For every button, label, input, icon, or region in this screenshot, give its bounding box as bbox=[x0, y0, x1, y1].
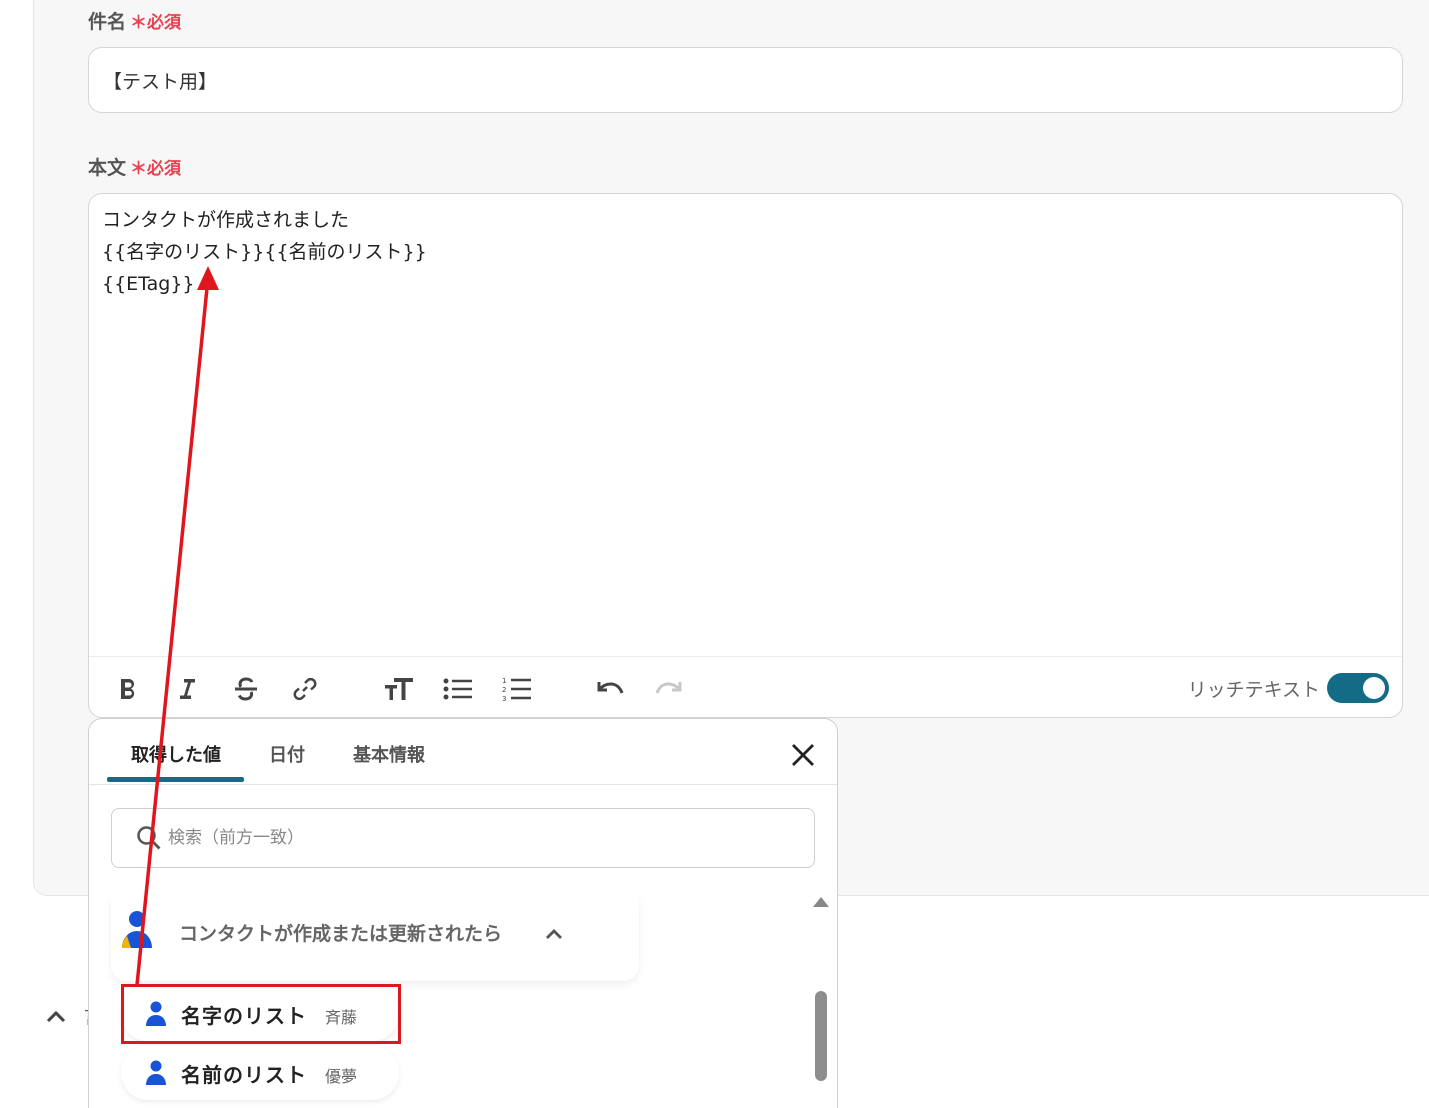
value-item-name: 名前のリスト bbox=[181, 1063, 307, 1087]
tab-date[interactable]: 日付 bbox=[269, 741, 305, 767]
svg-text:3: 3 bbox=[502, 695, 506, 702]
svg-text:2: 2 bbox=[502, 686, 506, 694]
numbered-list-icon[interactable]: 123 bbox=[497, 669, 537, 709]
body-label-text: 本文 bbox=[88, 157, 127, 179]
body-text[interactable]: コンタクトが作成されました {{名字のリスト}}{{名前のリスト}} {{ETa… bbox=[102, 204, 427, 300]
annotation-highlight-box bbox=[121, 984, 401, 1044]
value-item-sample: 優夢 bbox=[325, 1067, 358, 1086]
body-required-mark: ＊必須 bbox=[130, 159, 182, 179]
body-line: {{名字のリスト}}{{名前のリスト}} bbox=[102, 241, 427, 263]
person-icon bbox=[146, 1060, 166, 1085]
trigger-group-header[interactable]: コンタクトが作成または更新されたら bbox=[111, 895, 639, 981]
subject-required-mark: ＊必須 bbox=[130, 13, 182, 33]
body-editor[interactable]: コンタクトが作成されました {{名字のリスト}}{{名前のリスト}} {{ETa… bbox=[88, 193, 1403, 718]
scroll-up-arrow[interactable] bbox=[813, 897, 829, 907]
subject-value: 【テスト用】 bbox=[103, 70, 218, 93]
chevron-up-icon[interactable] bbox=[543, 923, 565, 945]
tab-acquired-values[interactable]: 取得した値 bbox=[131, 741, 221, 767]
contact-app-icon bbox=[122, 911, 152, 948]
trigger-group-label: コンタクトが作成または更新されたら bbox=[179, 923, 503, 945]
link-icon[interactable] bbox=[285, 669, 325, 709]
search-icon bbox=[137, 826, 161, 850]
rich-text-toggle[interactable] bbox=[1327, 673, 1389, 703]
body-line: {{ETag}} bbox=[102, 273, 195, 295]
undo-icon[interactable] bbox=[590, 669, 630, 709]
bullet-list-icon[interactable] bbox=[438, 669, 478, 709]
close-icon[interactable] bbox=[789, 741, 817, 769]
subject-label: 件名 ＊必須 bbox=[88, 7, 181, 34]
bold-icon[interactable] bbox=[108, 669, 148, 709]
body-line: コンタクトが作成されました bbox=[102, 209, 350, 231]
picker-search bbox=[111, 808, 815, 868]
search-input[interactable] bbox=[168, 809, 768, 867]
body-label: 本文 ＊必須 bbox=[88, 153, 181, 180]
subject-label-text: 件名 bbox=[88, 11, 127, 33]
collapse-chevron-icon[interactable] bbox=[44, 1005, 68, 1029]
active-tab-indicator bbox=[107, 777, 244, 782]
text-size-icon[interactable] bbox=[379, 669, 419, 709]
picker-tabs: 取得した値 日付 基本情報 bbox=[89, 719, 837, 785]
value-item-first-name[interactable]: 名前のリスト 優夢 bbox=[121, 1046, 399, 1100]
editor-toolbar: 123 リッチテキスト bbox=[89, 656, 1402, 717]
variable-picker: 取得した値 日付 基本情報 コンタクトが作成または更新されたら 名字のリスト 斉… bbox=[88, 718, 838, 1108]
rich-text-label: リッチテキスト bbox=[1187, 679, 1320, 701]
italic-icon[interactable] bbox=[167, 669, 207, 709]
subject-input[interactable]: 【テスト用】 bbox=[88, 47, 1403, 113]
redo-icon[interactable] bbox=[649, 669, 689, 709]
svg-text:1: 1 bbox=[502, 677, 506, 685]
scrollbar-thumb[interactable] bbox=[815, 991, 827, 1081]
tab-basic-info[interactable]: 基本情報 bbox=[353, 741, 425, 767]
strikethrough-icon[interactable] bbox=[226, 669, 266, 709]
